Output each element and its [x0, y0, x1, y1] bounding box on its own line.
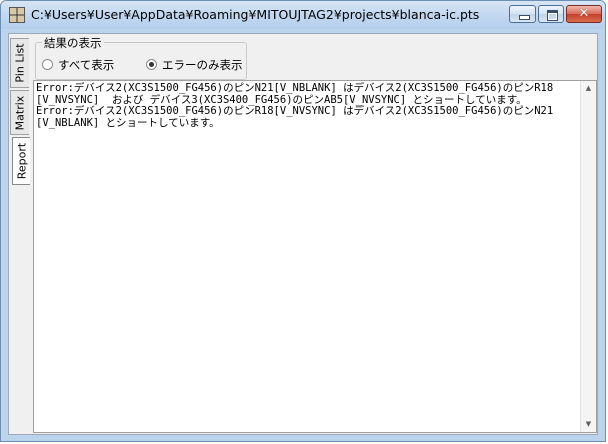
tab-report[interactable]: Report [12, 137, 30, 185]
display-options-group: 結果の表示 すべて表示 エラーのみ表示 [35, 35, 247, 80]
maximize-icon [547, 10, 558, 21]
radio-label: エラーのみ表示 [162, 58, 243, 72]
scroll-down-icon[interactable]: ▼ [581, 417, 596, 432]
minimize-button[interactable] [509, 5, 536, 23]
tab-label: Report [15, 142, 28, 180]
group-label: 結果の表示 [42, 35, 104, 51]
radio-button[interactable] [42, 59, 53, 70]
maximize-button[interactable] [538, 5, 564, 23]
close-icon: ✕ [578, 6, 590, 21]
tab-matrix[interactable]: Matrix [10, 90, 29, 135]
client-area: Pin List Matrix Report 結果の表示 すべて表示 エラーのみ… [8, 33, 598, 435]
minimize-icon [519, 15, 530, 20]
scroll-up-icon[interactable]: ▲ [581, 81, 596, 96]
vertical-scrollbar[interactable]: ▲ ▼ [580, 81, 596, 432]
vertical-tab-strip: Pin List Matrix Report [10, 38, 30, 198]
app-window: C:¥Users¥User¥AppData¥Roaming¥MITOUJTAG2… [0, 0, 606, 442]
tab-label: Matrix [13, 95, 27, 130]
title-bar[interactable]: C:¥Users¥User¥AppData¥Roaming¥MITOUJTAG2… [1, 1, 605, 29]
radio-button[interactable] [146, 59, 157, 70]
close-button[interactable]: ✕ [566, 5, 602, 23]
app-icon[interactable] [9, 7, 25, 23]
report-text: Error:デバイス2(XC3S1500_FG456)のピンN21[V_NBLA… [36, 82, 554, 129]
radio-errors-only[interactable]: エラーのみ表示 [146, 57, 243, 73]
window-title: C:¥Users¥User¥AppData¥Roaming¥MITOUJTAG2… [31, 7, 480, 22]
radio-label: すべて表示 [58, 58, 115, 72]
tab-label: Pin List [13, 43, 27, 83]
radio-show-all[interactable]: すべて表示 [42, 57, 114, 73]
tab-pin-list[interactable]: Pin List [10, 38, 29, 88]
report-text-area[interactable]: Error:デバイス2(XC3S1500_FG456)のピンN21[V_NBLA… [33, 80, 597, 433]
